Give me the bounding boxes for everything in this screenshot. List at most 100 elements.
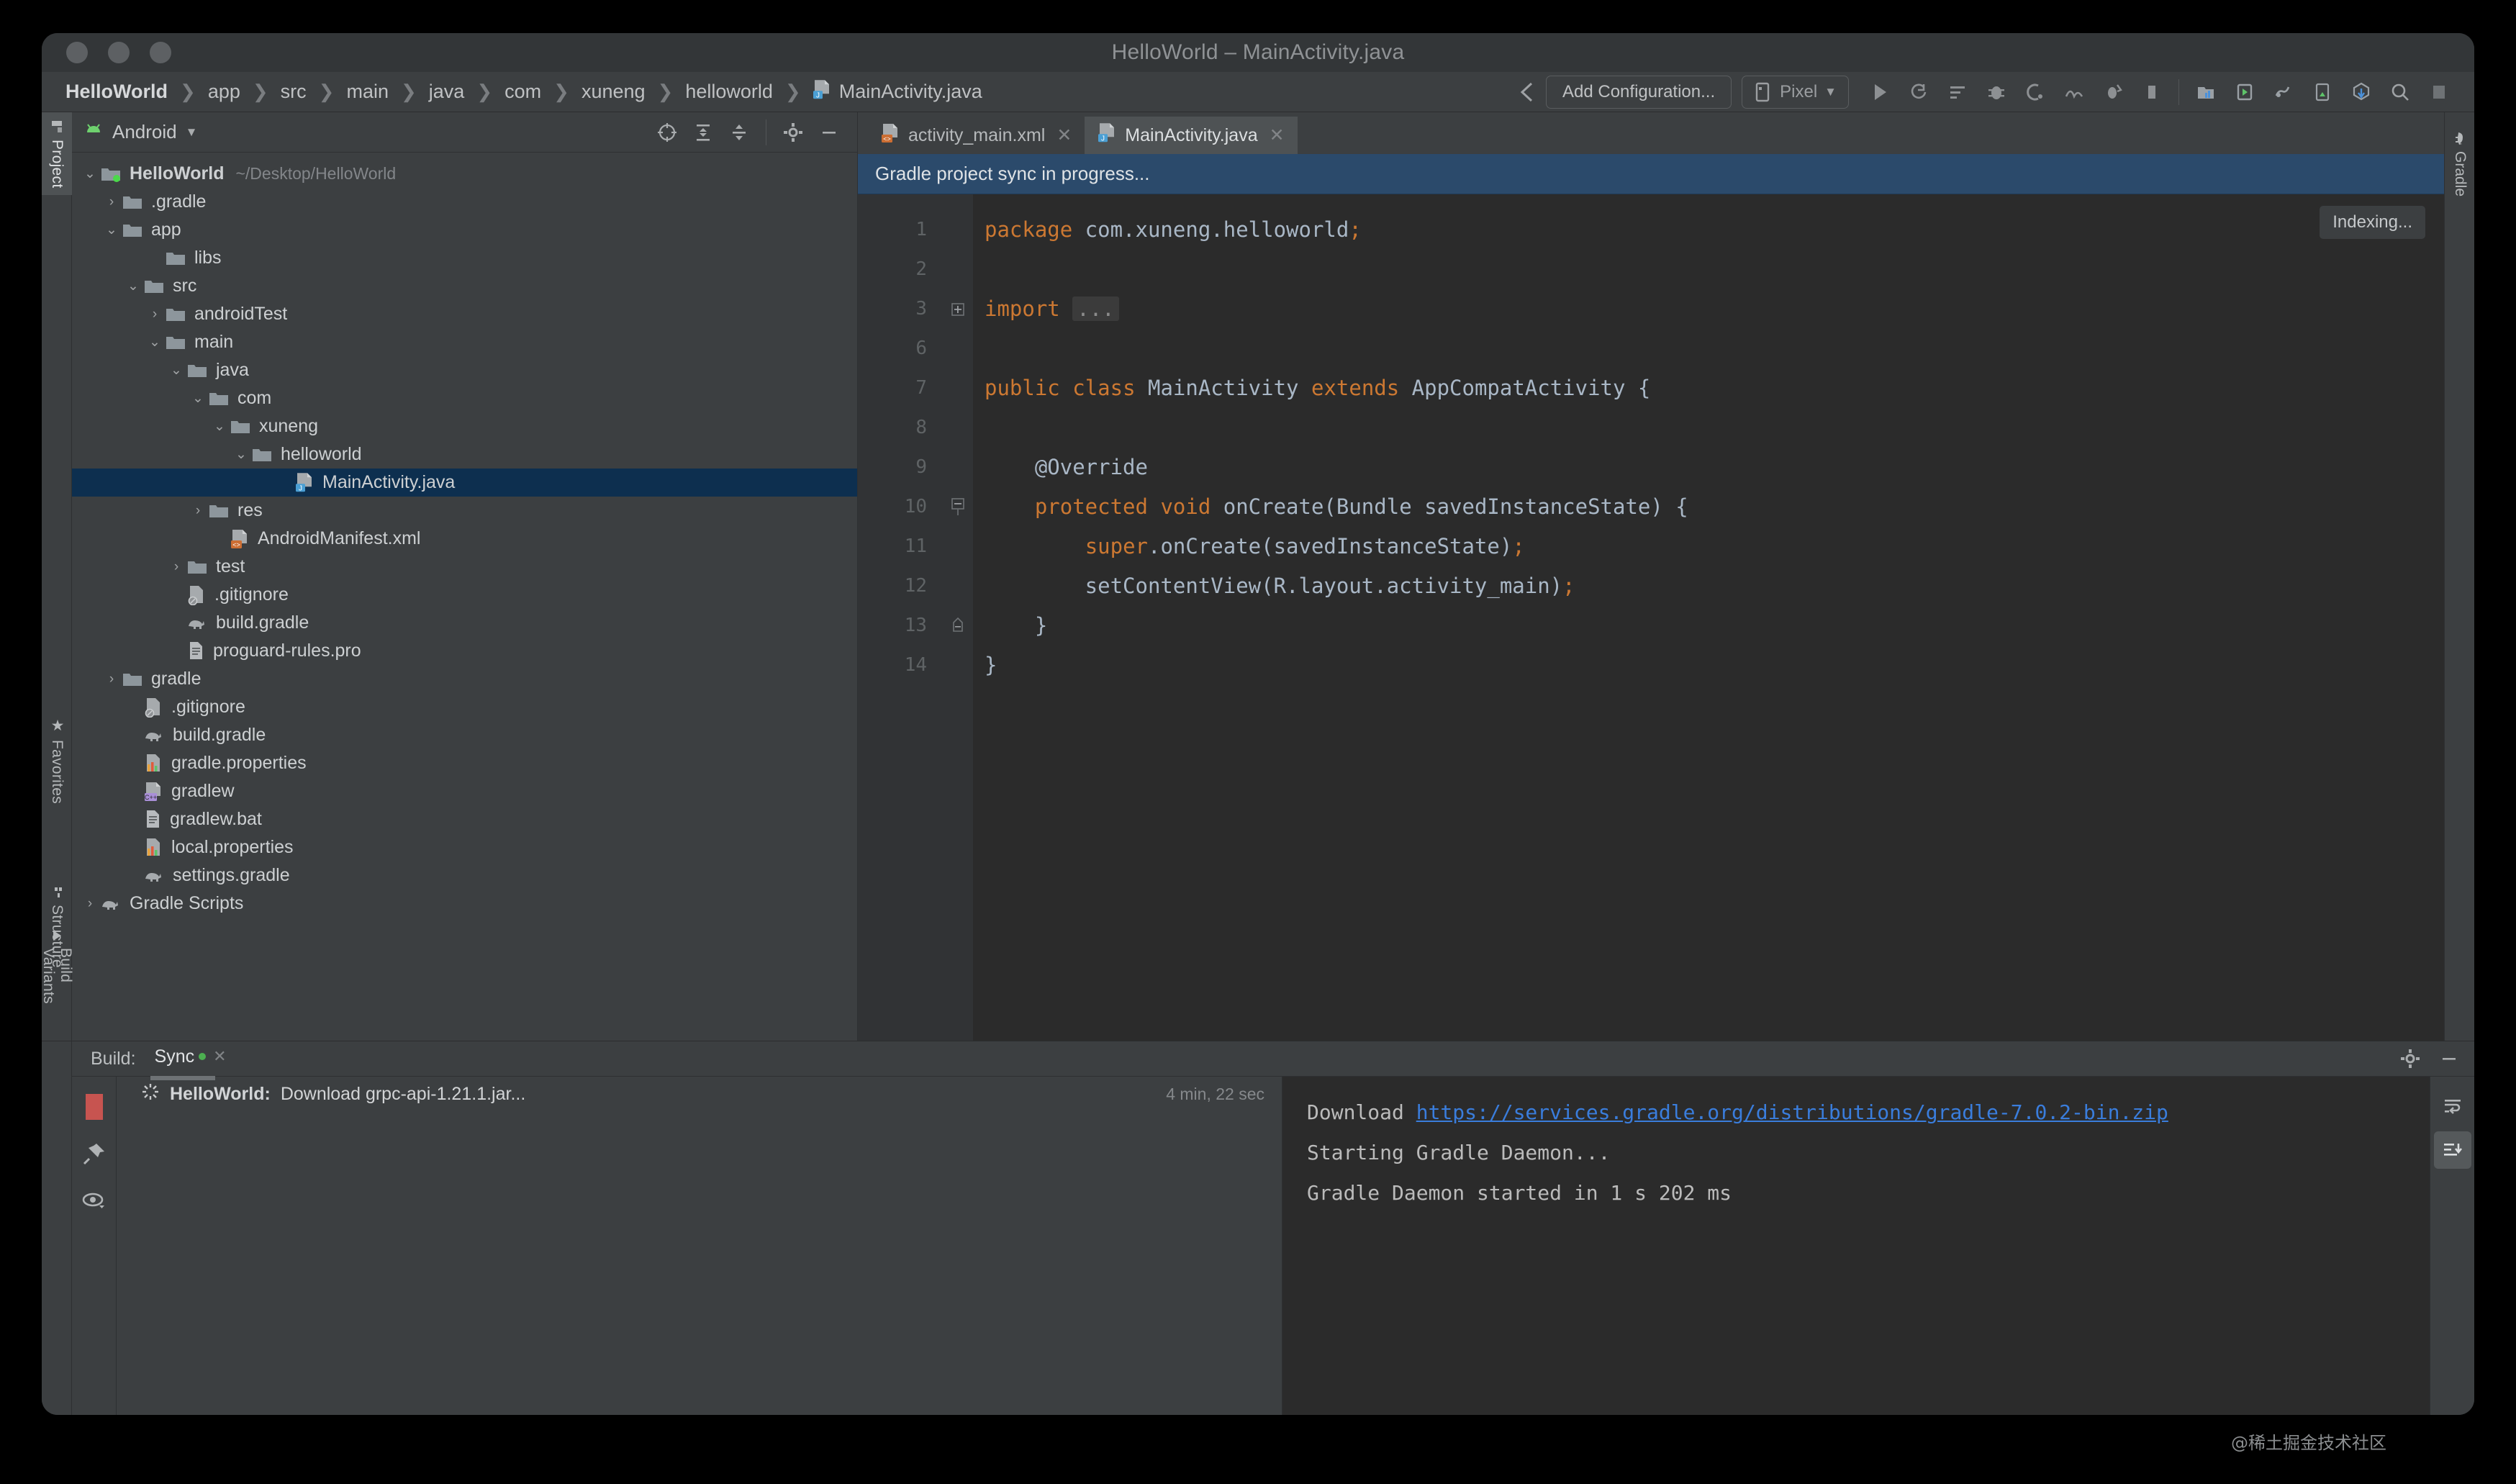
chevron-down-icon[interactable]: ⌄ [166,362,187,379]
project-tree[interactable]: ⌄HelloWorld~/Desktop/HelloWorld›.gradle⌄… [72,153,857,1041]
tree-node[interactable]: ⌄xuneng [72,412,857,440]
close-tab-icon[interactable]: ✕ [1270,125,1285,146]
build-tab-sync[interactable]: Sync ✕ [155,1046,227,1072]
tree-node[interactable]: ›.gitignore [72,581,857,609]
chevron-right-icon[interactable]: › [166,559,187,575]
breadcrumb-item[interactable]: HelloWorld [65,81,168,103]
chevron-right-icon[interactable]: › [79,896,101,912]
chevron-right-icon[interactable]: › [144,307,166,322]
sidebar-item-build-variants[interactable]: Build Variants [42,922,72,1041]
code-line[interactable]: } [985,606,2444,646]
code-line[interactable] [985,408,2444,448]
chevron-down-icon[interactable]: ⌄ [187,390,209,407]
breadcrumb-item[interactable]: MainActivity.java [838,81,983,103]
profile-icon[interactable] [1938,76,1977,109]
tree-node[interactable]: ›Gradle Scripts [72,890,857,918]
code-line[interactable]: public class MainActivity extends AppCom… [985,368,2444,408]
tree-node[interactable]: ⌄main [72,328,857,356]
tree-node[interactable]: ›gradlew.bat [72,805,857,833]
chevron-down-icon[interactable]: ⌄ [230,446,252,463]
tree-node[interactable]: ›.gitignore [72,693,857,721]
chevron-right-icon[interactable]: › [187,503,209,519]
tree-node[interactable]: ›.gradle [72,188,857,216]
editor-tab[interactable]: JMainActivity.java✕ [1085,117,1297,154]
chevron-right-icon[interactable]: › [101,194,122,210]
breadcrumb-item[interactable]: xuneng [581,81,646,103]
breadcrumb-item[interactable]: app [207,81,241,103]
code-line[interactable]: protected void onCreate(Bundle savedInst… [985,487,2444,527]
breadcrumb-item[interactable]: com [504,81,542,103]
close-tab-icon[interactable]: ✕ [1056,125,1072,146]
chevron-down-icon[interactable]: ⌄ [101,222,122,238]
chevron-right-icon[interactable]: › [101,671,122,687]
fold-end-icon[interactable] [943,606,973,646]
code-line[interactable]: package com.xuneng.helloworld; [985,210,2444,250]
project-view-selector[interactable]: Android ▼ [83,121,197,143]
eye-icon[interactable] [82,1191,107,1213]
hide-panel-icon[interactable] [813,117,846,148]
breadcrumb-item[interactable]: main [345,81,389,103]
close-icon[interactable]: ✕ [213,1047,226,1066]
tree-node[interactable]: ›build.gradle [72,609,857,637]
code-line[interactable] [985,250,2444,289]
soft-wrap-icon[interactable] [2434,1087,2471,1124]
tree-node[interactable]: ›libs [72,244,857,272]
avd-manager-icon[interactable] [2225,76,2264,109]
sidebar-item-gradle[interactable]: Gradle [2445,124,2474,204]
editor-tab[interactable]: <>activity_main.xml✕ [868,117,1085,154]
collapse-all-icon[interactable] [723,117,756,148]
breadcrumb-item[interactable]: helloworld [684,81,774,103]
tree-node[interactable]: ⌄com [72,384,857,412]
tree-node[interactable]: ›build.gradle [72,721,857,749]
scroll-to-end-icon[interactable] [2434,1131,2471,1169]
tree-node[interactable]: ›JMainActivity.java [72,469,857,497]
code-line[interactable]: @Override [985,448,2444,487]
tree-node[interactable]: ⌄app [72,216,857,244]
hide-panel-icon[interactable] [2433,1043,2466,1074]
breadcrumb-item[interactable]: java [428,81,466,103]
android-profiler-icon[interactable] [2055,76,2094,109]
breadcrumb[interactable]: HelloWorld❯app❯src❯main❯java❯com❯xuneng❯… [65,79,983,105]
tree-node[interactable]: ›local.properties [72,833,857,861]
code-area[interactable]: 12367891011121314 package com.xuneng.hel… [858,194,2444,1041]
tree-node[interactable]: ›<>AndroidManifest.xml [72,525,857,553]
code-line[interactable]: setContentView(R.layout.activity_main); [985,566,2444,606]
expand-all-icon[interactable] [687,117,720,148]
source-code[interactable]: package com.xuneng.helloworld; import ..… [973,194,2444,1041]
settings-gear-icon[interactable] [777,117,810,148]
tree-node[interactable]: ⌄HelloWorld~/Desktop/HelloWorld [72,160,857,188]
code-line[interactable]: import ... [985,289,2444,329]
fold-collapse-icon[interactable] [943,487,973,527]
add-configuration-button[interactable]: Add Configuration... [1546,76,1732,109]
chevron-down-icon[interactable]: ⌄ [79,166,101,182]
locate-icon[interactable] [651,117,684,148]
device-file-explorer-icon[interactable] [2303,76,2342,109]
run-coverage-icon[interactable] [1899,76,1938,109]
tree-node[interactable]: ›test [72,553,857,581]
code-line[interactable]: super.onCreate(savedInstanceState); [985,527,2444,566]
more-toolbar-icon[interactable] [2420,76,2458,109]
layout-inspector-icon[interactable] [2342,76,2381,109]
stop-red-icon[interactable] [86,1094,103,1120]
breadcrumb-item[interactable]: src [280,81,307,103]
tree-node[interactable]: ›C++gradlew [72,777,857,805]
code-line[interactable] [985,329,2444,368]
sidebar-item-favorites[interactable]: ★ Favorites [42,710,72,811]
gradle-sync-icon[interactable] [2264,76,2303,109]
apply-changes-icon[interactable] [2094,76,2132,109]
tree-node[interactable]: ›res [72,497,857,525]
tree-node[interactable]: ›androidTest [72,300,857,328]
tree-node[interactable]: ⌄helloworld [72,440,857,469]
editor-tab-strip[interactable]: <>activity_main.xml✕JMainActivity.java✕ [858,112,2444,154]
build-console[interactable]: Download https://services.gradle.org/dis… [1282,1077,2430,1415]
tree-node[interactable]: ›gradle [72,665,857,693]
back-icon[interactable] [1507,76,1546,109]
tree-node[interactable]: ›settings.gradle [72,861,857,890]
tree-node[interactable]: ⌄src [72,272,857,300]
chevron-down-icon[interactable]: ⌄ [122,278,144,294]
build-tree[interactable]: HelloWorld: Download grpc-api-1.21.1.jar… [117,1077,1282,1415]
stop-icon[interactable] [2132,76,2171,109]
code-line[interactable]: } [985,646,2444,685]
chevron-down-icon[interactable]: ⌄ [209,418,230,435]
chevron-down-icon[interactable]: ⌄ [144,334,166,350]
